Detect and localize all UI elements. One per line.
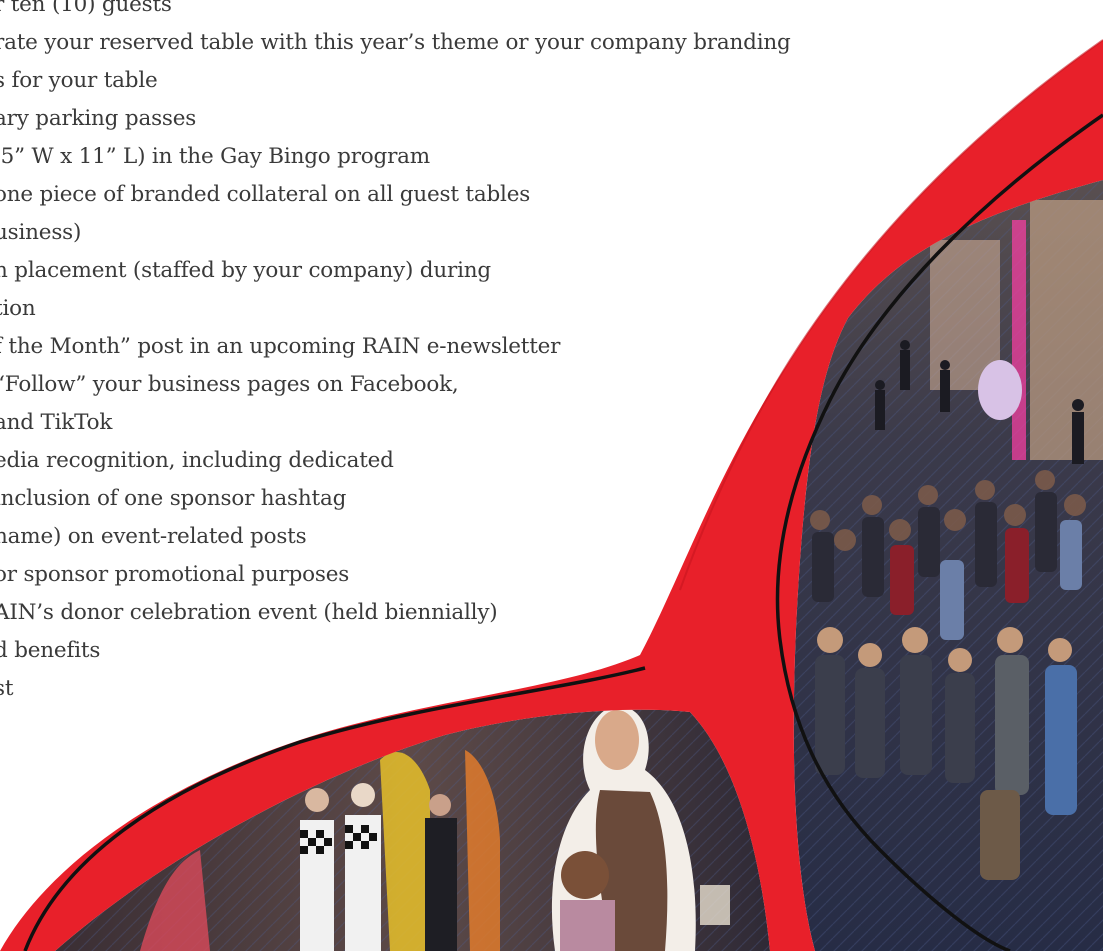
crowd-photo [793, 180, 1103, 951]
ribbon-graphic [0, 39, 1103, 951]
